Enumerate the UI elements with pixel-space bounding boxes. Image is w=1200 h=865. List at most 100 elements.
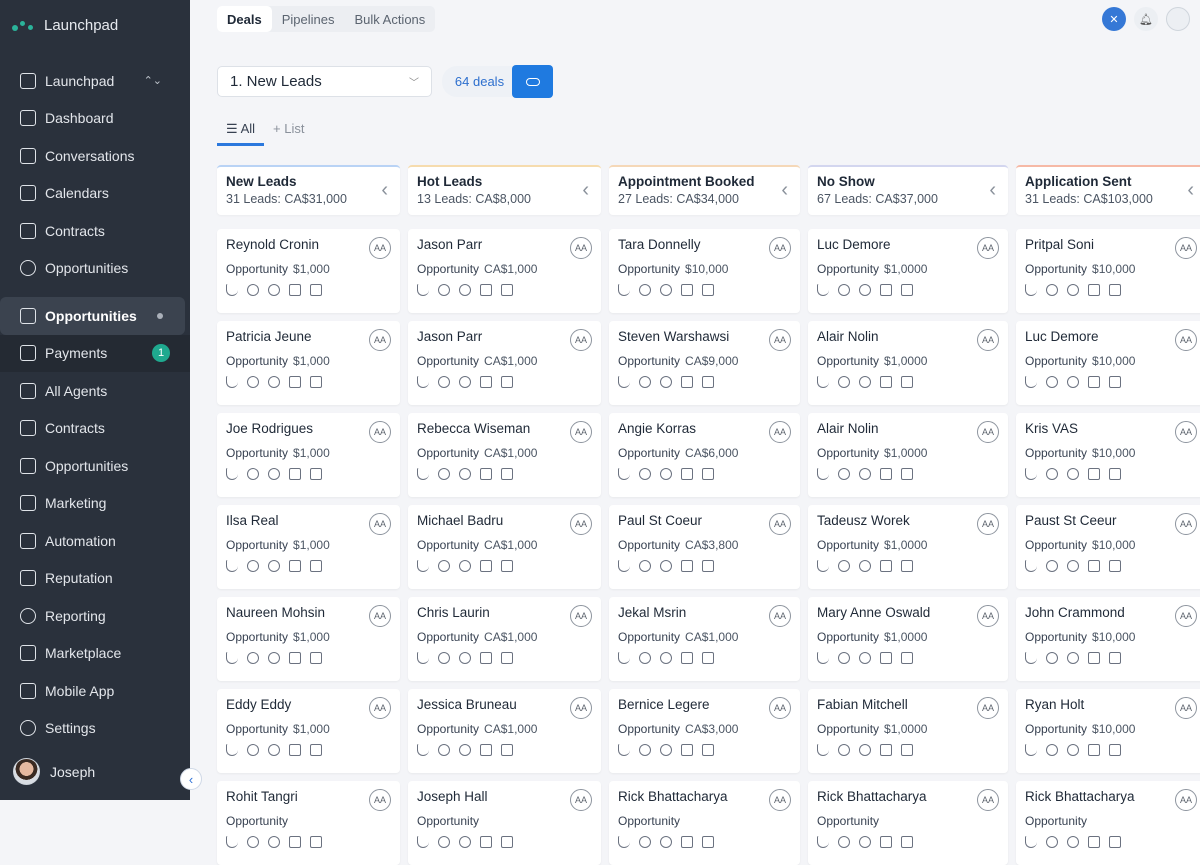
assignee-avatar[interactable]: AA — [1175, 421, 1197, 443]
tab-pipelines[interactable]: Pipelines — [272, 6, 345, 32]
clock-icon[interactable] — [459, 284, 471, 296]
clock-icon[interactable] — [1067, 468, 1079, 480]
message-icon[interactable] — [880, 560, 892, 572]
clock-icon[interactable] — [859, 560, 871, 572]
clock-icon[interactable] — [268, 468, 280, 480]
assignee-avatar[interactable]: AA — [570, 697, 592, 719]
clock-icon[interactable] — [1067, 652, 1079, 664]
message-icon[interactable] — [480, 560, 492, 572]
message-icon[interactable] — [681, 836, 693, 848]
chat-icon[interactable] — [639, 744, 651, 756]
calendar-icon[interactable] — [1109, 652, 1121, 664]
assignee-avatar[interactable]: AA — [1175, 329, 1197, 351]
clock-icon[interactable] — [859, 284, 871, 296]
deal-card[interactable]: Reynold Cronin AA Opportunity $1,000 — [217, 229, 400, 313]
phone-icon[interactable] — [417, 652, 429, 664]
message-icon[interactable] — [681, 652, 693, 664]
clock-icon[interactable] — [1067, 560, 1079, 572]
assignee-avatar[interactable]: AA — [1175, 697, 1197, 719]
calendar-icon[interactable] — [901, 284, 913, 296]
clock-icon[interactable] — [459, 836, 471, 848]
assignee-avatar[interactable]: AA — [570, 605, 592, 627]
sidebar-item-opportunities[interactable]: Opportunities — [0, 447, 190, 485]
deal-card[interactable]: Rebecca Wiseman AA Opportunity CA$1,000 — [408, 413, 601, 497]
calendar-icon[interactable] — [702, 284, 714, 296]
message-icon[interactable] — [880, 376, 892, 388]
chat-icon[interactable] — [438, 560, 450, 572]
message-icon[interactable] — [880, 652, 892, 664]
deal-card[interactable]: Jason Parr AA Opportunity CA$1,000 — [408, 321, 601, 405]
message-icon[interactable] — [1088, 744, 1100, 756]
message-icon[interactable] — [1088, 560, 1100, 572]
sidebar-item-reputation[interactable]: Reputation — [0, 560, 190, 598]
phone-icon[interactable] — [417, 560, 429, 572]
sidebar-item-contracts[interactable]: Contracts — [0, 410, 190, 448]
message-icon[interactable] — [480, 376, 492, 388]
phone-icon[interactable] — [226, 468, 238, 480]
calendar-icon[interactable] — [702, 376, 714, 388]
message-icon[interactable] — [480, 284, 492, 296]
deal-card[interactable]: Ryan Holt AA Opportunity $10,000 — [1016, 689, 1200, 773]
sidebar-item-all-agents[interactable]: All Agents — [0, 372, 190, 410]
message-icon[interactable] — [880, 836, 892, 848]
chevron-updown-icon[interactable]: ⌃⌄ — [144, 74, 162, 87]
message-icon[interactable] — [480, 468, 492, 480]
profile-avatar[interactable] — [1166, 7, 1190, 31]
assignee-avatar[interactable]: AA — [570, 421, 592, 443]
assignee-avatar[interactable]: AA — [977, 697, 999, 719]
calendar-icon[interactable] — [901, 744, 913, 756]
phone-icon[interactable] — [618, 376, 630, 388]
calendar-icon[interactable] — [310, 468, 322, 480]
sidebar-item-contracts[interactable]: Contracts — [0, 212, 190, 250]
chat-icon[interactable] — [838, 652, 850, 664]
tab-deals[interactable]: Deals — [217, 6, 272, 32]
calendar-icon[interactable] — [310, 836, 322, 848]
deal-card[interactable]: Jessica Bruneau AA Opportunity CA$1,000 — [408, 689, 601, 773]
chat-icon[interactable] — [838, 376, 850, 388]
message-icon[interactable] — [1088, 284, 1100, 296]
deal-card[interactable]: Steven Warshawsi AA Opportunity CA$9,000 — [609, 321, 800, 405]
deal-card[interactable]: John Crammond AA Opportunity $10,000 — [1016, 597, 1200, 681]
phone-icon[interactable] — [226, 376, 238, 388]
clock-icon[interactable] — [1067, 744, 1079, 756]
chat-icon[interactable] — [438, 468, 450, 480]
collapse-column-icon[interactable]: ‹ — [582, 179, 589, 202]
assignee-avatar[interactable]: AA — [977, 605, 999, 627]
chat-icon[interactable] — [247, 652, 259, 664]
phone-icon[interactable] — [226, 284, 238, 296]
deal-card[interactable]: Naureen Mohsin AA Opportunity $1,000 — [217, 597, 400, 681]
calendar-icon[interactable] — [702, 744, 714, 756]
clock-icon[interactable] — [268, 376, 280, 388]
deal-card[interactable]: Tadeusz Worek AA Opportunity $1,0000 — [808, 505, 1008, 589]
deal-card[interactable]: Kris VAS AA Opportunity $10,000 — [1016, 413, 1200, 497]
phone-icon[interactable] — [417, 836, 429, 848]
phone-icon[interactable] — [817, 652, 829, 664]
clock-icon[interactable] — [459, 744, 471, 756]
assignee-avatar[interactable]: AA — [769, 237, 791, 259]
message-icon[interactable] — [289, 836, 301, 848]
clock-icon[interactable] — [660, 376, 672, 388]
calendar-icon[interactable] — [501, 284, 513, 296]
chat-icon[interactable] — [438, 744, 450, 756]
sidebar-item-marketing[interactable]: Marketing — [0, 485, 190, 523]
message-icon[interactable] — [681, 468, 693, 480]
sidebar-item-conversations[interactable]: Conversations — [0, 137, 190, 175]
message-icon[interactable] — [1088, 836, 1100, 848]
assignee-avatar[interactable]: AA — [570, 329, 592, 351]
phone-icon[interactable] — [417, 744, 429, 756]
assignee-avatar[interactable]: AA — [977, 237, 999, 259]
clock-icon[interactable] — [268, 836, 280, 848]
chat-icon[interactable] — [247, 836, 259, 848]
phone-icon[interactable] — [1025, 744, 1037, 756]
chat-icon[interactable] — [1046, 836, 1058, 848]
chat-icon[interactable] — [639, 652, 651, 664]
calendar-icon[interactable] — [310, 376, 322, 388]
collapse-column-icon[interactable]: ‹ — [989, 179, 996, 202]
deal-card[interactable]: Rick Bhattacharya AA Opportunity — [808, 781, 1008, 865]
message-icon[interactable] — [880, 468, 892, 480]
message-icon[interactable] — [1088, 468, 1100, 480]
app-logo[interactable]: Launchpad — [12, 17, 118, 34]
phone-icon[interactable] — [618, 284, 630, 296]
collapse-column-icon[interactable]: ‹ — [381, 179, 388, 202]
phone-icon[interactable] — [1025, 376, 1037, 388]
